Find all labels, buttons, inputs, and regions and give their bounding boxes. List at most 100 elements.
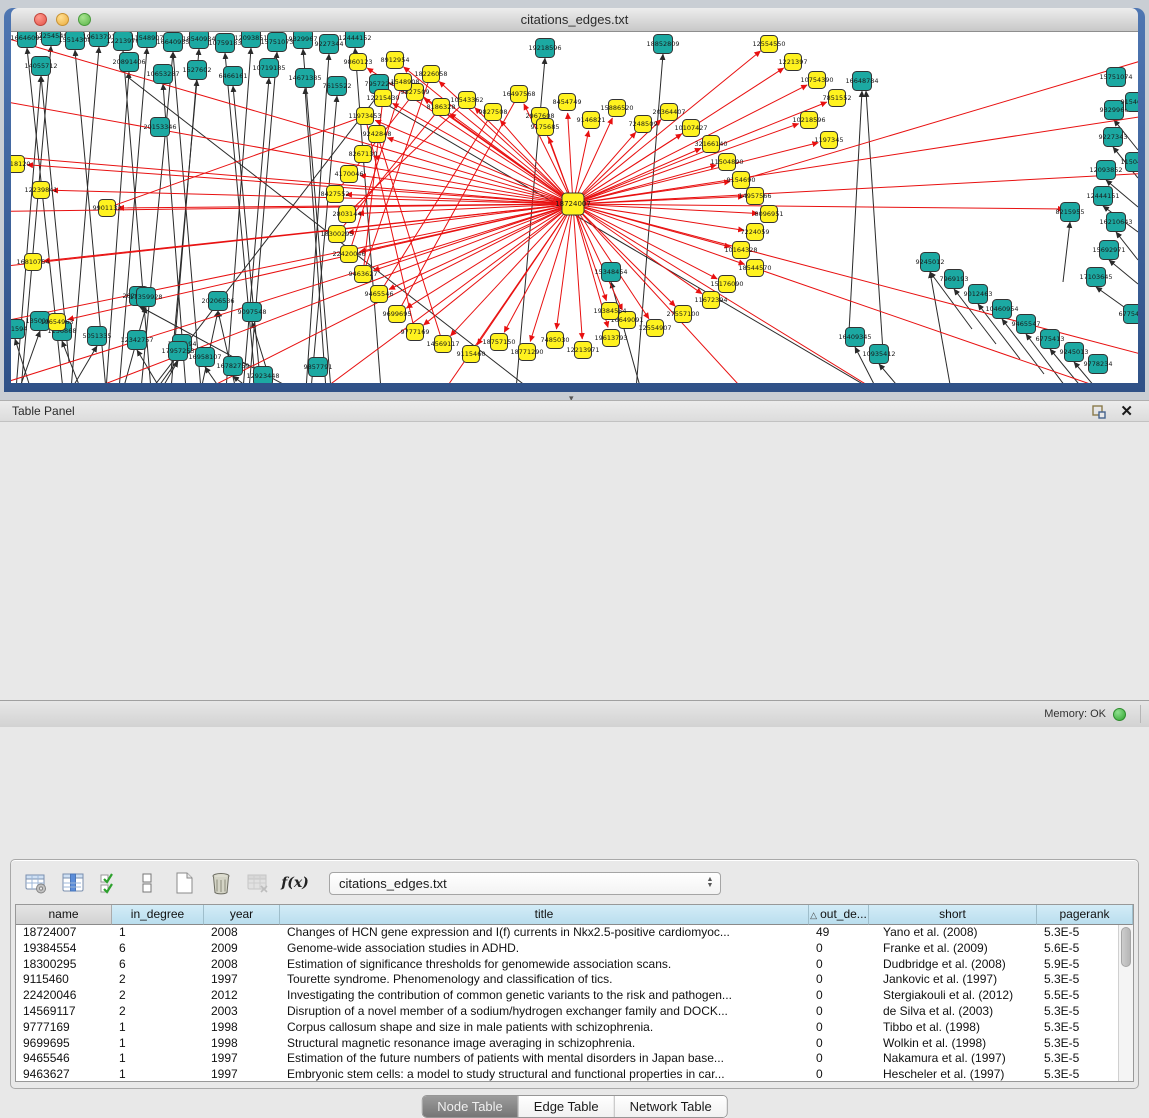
table-row[interactable]: 1938455462009Genome-wide association stu… bbox=[16, 941, 1133, 957]
network-node[interactable]: 7224059 bbox=[741, 224, 770, 241]
table-mode-button[interactable] bbox=[21, 868, 51, 898]
network-node[interactable]: 6466161 bbox=[219, 67, 248, 86]
column-header-in_degree[interactable]: in_degree bbox=[112, 905, 204, 925]
network-node[interactable]: 9777169 bbox=[401, 324, 430, 341]
network-node[interactable]: 8096951 bbox=[755, 206, 784, 223]
network-node[interactable]: 1150489 bbox=[1121, 153, 1138, 172]
network-node[interactable]: 15692971 bbox=[1092, 241, 1125, 260]
network-node[interactable]: 9901132 bbox=[93, 200, 122, 217]
network-node[interactable]: 9827508 bbox=[479, 104, 508, 121]
scrollbar-thumb[interactable] bbox=[1121, 927, 1131, 967]
network-node[interactable]: 18771290 bbox=[510, 344, 543, 361]
network-node[interactable]: 9465547 bbox=[1012, 315, 1041, 334]
network-node[interactable]: 8454749 bbox=[553, 94, 582, 111]
column-header-title[interactable]: title bbox=[280, 905, 809, 925]
show-columns-button[interactable] bbox=[58, 868, 88, 898]
network-node[interactable]: 18544570 bbox=[738, 260, 771, 277]
table-vertical-scrollbar[interactable] bbox=[1118, 925, 1133, 1081]
network-node[interactable]: 12554550 bbox=[752, 36, 785, 53]
table-row[interactable]: 1456911722003Disruption of a novel membe… bbox=[16, 1004, 1133, 1020]
tab-node-table[interactable]: Node Table bbox=[422, 1096, 518, 1117]
network-node[interactable]: 14569117 bbox=[426, 336, 459, 353]
minimize-window-button[interactable] bbox=[56, 13, 69, 26]
network-node[interactable]: 32166140 bbox=[694, 136, 727, 153]
table-row[interactable]: 911546021997Tourette syndrome. Phenomeno… bbox=[16, 972, 1133, 988]
table-row[interactable]: 1872400712008Changes of HCN gene express… bbox=[16, 925, 1133, 941]
network-node[interactable]: 9115460 bbox=[457, 346, 486, 363]
network-node[interactable]: 6775414 bbox=[1119, 305, 1138, 324]
column-header-name[interactable]: name bbox=[16, 905, 112, 925]
network-node[interactable]: 9778234 bbox=[1084, 355, 1113, 374]
network-node[interactable]: 9012463 bbox=[964, 285, 993, 304]
network-node[interactable]: 1527602 bbox=[183, 61, 212, 80]
network-node[interactable]: 9154690 bbox=[727, 172, 756, 189]
network-node[interactable]: 10460954 bbox=[985, 300, 1018, 319]
column-header-out_de[interactable]: △out_de... bbox=[809, 905, 869, 925]
network-node[interactable]: 9227343 bbox=[1099, 128, 1128, 147]
zoom-window-button[interactable] bbox=[78, 13, 91, 26]
column-header-short[interactable]: short bbox=[869, 905, 1037, 925]
table-row[interactable]: 946362711997Embryonic stem cells: a mode… bbox=[16, 1067, 1133, 1082]
network-node[interactable]: 9329967 bbox=[289, 32, 318, 49]
network-node[interactable]: 16648784 bbox=[845, 72, 878, 91]
network-node[interactable]: 19218596 bbox=[528, 39, 561, 58]
table-row[interactable]: 2242004622012Investigating the contribut… bbox=[16, 988, 1133, 1004]
close-panel-icon[interactable]: ✕ bbox=[1120, 402, 1133, 422]
network-node[interactable]: 10719185 bbox=[252, 59, 285, 78]
network-node[interactable]: 2803144 bbox=[333, 206, 362, 223]
network-node[interactable]: 7851552 bbox=[823, 90, 852, 107]
function-builder-button[interactable]: f(x) bbox=[280, 868, 310, 898]
network-node[interactable]: 7485030 bbox=[541, 332, 570, 349]
close-window-button[interactable] bbox=[34, 13, 47, 26]
table-row[interactable]: 946554611997Estimation of the future num… bbox=[16, 1051, 1133, 1067]
network-node[interactable]: 16497568 bbox=[502, 86, 535, 103]
tab-network-table[interactable]: Network Table bbox=[614, 1096, 727, 1117]
select-all-button[interactable] bbox=[95, 868, 125, 898]
network-node[interactable]: 27557100 bbox=[666, 306, 699, 323]
network-node[interactable]: 9245012 bbox=[916, 253, 945, 272]
float-panel-icon[interactable] bbox=[1091, 404, 1107, 420]
network-canvas[interactable]: 1664609312254549155143081961379112213976… bbox=[11, 32, 1138, 383]
table-combobox[interactable]: citations_edges.txt ▲▼ bbox=[329, 872, 721, 895]
network-node[interactable]: 1197345 bbox=[815, 132, 844, 149]
network-node[interactable]: 9860123 bbox=[344, 54, 373, 71]
network-node[interactable]: 14957566 bbox=[738, 188, 771, 205]
network-node[interactable]: 16210643 bbox=[1099, 213, 1132, 232]
network-node[interactable]: 9465546 bbox=[365, 286, 394, 303]
tab-edge-table[interactable]: Edge Table bbox=[518, 1096, 614, 1117]
create-column-button[interactable] bbox=[169, 868, 199, 898]
network-node[interactable]: 10107427 bbox=[674, 120, 707, 137]
network-node[interactable]: 19613793 bbox=[594, 330, 627, 347]
network-node[interactable]: 12923448 bbox=[246, 367, 279, 384]
table-row[interactable]: 969969511998Structural magnetic resonanc… bbox=[16, 1036, 1133, 1052]
network-node[interactable]: 7248509 bbox=[629, 116, 658, 133]
network-node[interactable]: 20206536 bbox=[201, 292, 234, 311]
network-node[interactable]: 9097548 bbox=[238, 303, 267, 322]
window-titlebar[interactable]: citations_edges.txt bbox=[11, 8, 1138, 32]
network-node[interactable]: 20153346 bbox=[143, 118, 176, 137]
table-row[interactable]: 1830029562008Estimation of significance … bbox=[16, 957, 1133, 973]
network-node[interactable]: 17103645 bbox=[1079, 268, 1112, 287]
network-node[interactable]: 12093852 bbox=[1089, 161, 1122, 180]
network-node[interactable]: 11973453 bbox=[348, 108, 381, 125]
network-node[interactable]: 5051335 bbox=[83, 327, 112, 346]
network-node[interactable]: 18852809 bbox=[646, 35, 679, 54]
network-node[interactable]: 8215955 bbox=[1056, 203, 1085, 222]
column-header-pagerank[interactable]: pagerank bbox=[1037, 905, 1133, 925]
network-node[interactable]: 10164328 bbox=[724, 242, 757, 259]
network-node[interactable]: 8267130 bbox=[349, 146, 378, 163]
network-node[interactable]: 12342757 bbox=[120, 331, 153, 350]
column-header-year[interactable]: year bbox=[204, 905, 280, 925]
network-node[interactable]: 20891406 bbox=[112, 53, 145, 72]
network-node[interactable]: 7969193 bbox=[940, 270, 969, 289]
network-node[interactable]: 16810754 bbox=[16, 254, 49, 271]
network-node[interactable]: 9146821 bbox=[577, 112, 606, 129]
network-node[interactable]: 15751074 bbox=[1099, 68, 1132, 87]
delete-column-button[interactable] bbox=[206, 868, 236, 898]
table-row[interactable]: 977716911998Corpus callosum shape and si… bbox=[16, 1020, 1133, 1036]
network-node[interactable]: 9245013 bbox=[1060, 343, 1089, 362]
network-node[interactable]: 4170046 bbox=[335, 166, 364, 183]
network-node[interactable]: 10935412 bbox=[862, 345, 895, 364]
network-node[interactable]: 11672394 bbox=[694, 292, 727, 309]
network-node[interactable]: 14671385 bbox=[288, 69, 321, 88]
